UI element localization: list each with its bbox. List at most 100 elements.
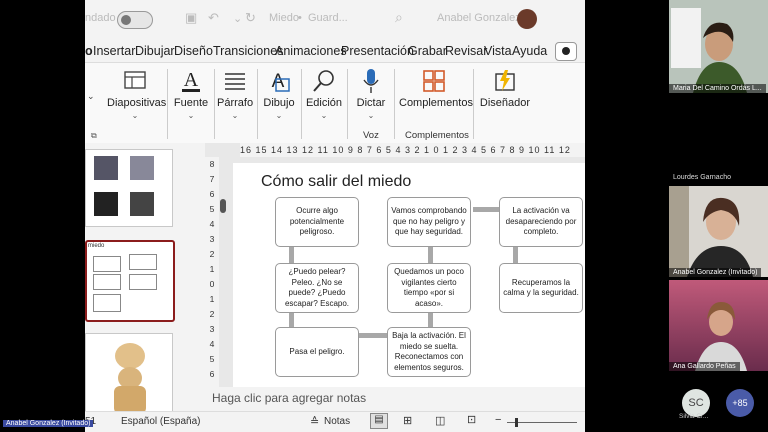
flow-box[interactable]: ¿Puedo pelear? Peleo. ¿No se puede? ¿Pue… bbox=[275, 263, 359, 313]
connector bbox=[428, 247, 433, 263]
tab-dibujar[interactable]: Dibujar bbox=[135, 44, 175, 58]
drawing-button[interactable]: A Dibujo ⌄ bbox=[260, 67, 298, 120]
slides-label: Diapositivas bbox=[107, 97, 167, 109]
presenter-name: Anabel Gonzalez (Invitado) bbox=[3, 420, 94, 427]
chevron-down-icon: ⌄ bbox=[367, 111, 375, 120]
connector bbox=[513, 247, 518, 263]
chevron-down-icon[interactable]: ⌄ bbox=[233, 12, 242, 25]
notes-pane[interactable]: Haga clic para agregar notas bbox=[205, 387, 585, 411]
flow-box[interactable]: Baja la activación. El miedo se suelta. … bbox=[387, 327, 471, 377]
addins-button[interactable]: Complementos bbox=[399, 67, 473, 109]
shared-screen: ndado ▣ ↶ ⌄ ↻ Miedo • Guard... ⌕ Anabel … bbox=[85, 0, 585, 432]
tab-insertar[interactable]: Insertar bbox=[93, 44, 135, 58]
microphone-icon bbox=[351, 67, 391, 95]
menu-tabs: o Insertar Dibujar Diseño Transiciones A… bbox=[85, 40, 585, 62]
divider bbox=[301, 69, 302, 139]
search-icon[interactable]: ⌕ bbox=[395, 9, 403, 26]
participant-video[interactable]: Maria Del Camino Ordás L... bbox=[669, 0, 768, 93]
shapes-icon: A bbox=[260, 67, 298, 95]
status-bar: 51 Español (España) ≙ Notas ▤ ⊞ ◫ ⊡ − bbox=[85, 411, 585, 432]
tab-transiciones[interactable]: Transiciones bbox=[213, 44, 283, 58]
flow-box[interactable]: Pasa el peligro. bbox=[275, 327, 359, 377]
thumbnail-title: miedo bbox=[88, 243, 105, 249]
zoom-slider[interactable] bbox=[507, 418, 577, 427]
flow-box[interactable]: Vamos comprobando que no hay peligro y q… bbox=[387, 197, 471, 247]
flow-box[interactable]: Recuperamos la calma y la seguridad. bbox=[499, 263, 583, 313]
more-participants-button[interactable]: +85 bbox=[726, 389, 754, 417]
connector bbox=[289, 313, 294, 327]
tab-inicio-fragment[interactable]: o bbox=[85, 44, 93, 58]
participant-video[interactable]: Anabel Gonzalez (Invitado) bbox=[669, 186, 768, 277]
reading-view-icon[interactable]: ◫ bbox=[435, 414, 445, 427]
editing-label: Edición bbox=[305, 97, 343, 109]
redo-icon[interactable]: ↻ bbox=[245, 10, 256, 26]
record-button[interactable] bbox=[555, 42, 577, 61]
notes-button[interactable]: Notas bbox=[324, 416, 350, 427]
notes-icon[interactable]: ≙ bbox=[310, 415, 319, 428]
ribbon: ⌄ Diapositivas ⌄ A Fuente ⌄ Párrafo ⌄ A … bbox=[85, 62, 585, 144]
notes-placeholder[interactable]: Haga clic para agregar notas bbox=[212, 391, 366, 405]
divider bbox=[473, 69, 474, 139]
zoom-slider-thumb[interactable] bbox=[515, 418, 518, 427]
undo-icon[interactable]: ↶ bbox=[208, 10, 219, 26]
thumbnail-slide-selected[interactable]: miedo bbox=[85, 240, 175, 322]
flow-box[interactable]: Ocurre algo potencialmente peligroso. bbox=[275, 197, 359, 247]
editing-button[interactable]: Edición ⌄ bbox=[304, 67, 344, 120]
thumbnail-image bbox=[94, 156, 118, 180]
chevron-down-icon: ⌄ bbox=[275, 111, 283, 120]
slide-title[interactable]: Cómo salir del miedo bbox=[261, 173, 411, 191]
paragraph-label: Párrafo bbox=[217, 97, 254, 109]
thumbnail-slide[interactable] bbox=[85, 333, 173, 415]
save-icon[interactable]: ▣ bbox=[185, 10, 197, 26]
tab-revisar[interactable]: Revisar bbox=[445, 44, 487, 58]
divider bbox=[257, 69, 258, 139]
divider bbox=[167, 69, 168, 139]
divider bbox=[394, 69, 395, 139]
autosave-toggle[interactable] bbox=[117, 11, 153, 29]
slides-button[interactable]: Diapositivas ⌄ bbox=[107, 67, 167, 120]
normal-view-icon[interactable]: ▤ bbox=[370, 413, 388, 429]
zoom-out-icon[interactable]: − bbox=[495, 414, 501, 426]
chevron-down-icon: ⌄ bbox=[187, 111, 195, 120]
chevron-down-icon: ⌄ bbox=[131, 111, 139, 120]
autosave-label: ndado bbox=[85, 12, 116, 24]
slide-thumbnails-panel: miedo bbox=[85, 143, 205, 432]
participant-video[interactable]: Ana Gallardo Peñas bbox=[669, 280, 768, 371]
tab-diseno[interactable]: Diseño bbox=[174, 44, 213, 58]
chevron-down-icon: ⌄ bbox=[320, 111, 328, 120]
tab-animaciones[interactable]: Animaciones bbox=[275, 44, 347, 58]
connector bbox=[428, 313, 433, 327]
horizontal-ruler: 16 15 14 13 12 11 10 9 8 7 6 5 4 3 2 1 0… bbox=[240, 143, 585, 157]
thumbnail-image bbox=[130, 192, 154, 216]
save-status: Guard... bbox=[308, 12, 348, 24]
participant-name: Anabel Gonzalez (Invitado) bbox=[669, 268, 762, 277]
search-icon bbox=[304, 67, 344, 95]
thumbnail-slide[interactable] bbox=[85, 149, 173, 227]
participant-name: Maria Del Camino Ordás L... bbox=[669, 84, 766, 93]
slide-sorter-icon[interactable]: ⊞ bbox=[403, 414, 412, 427]
tab-grabar[interactable]: Grabar bbox=[408, 44, 447, 58]
scrollbar-thumb[interactable] bbox=[220, 199, 226, 213]
collapse-chevron-icon[interactable]: ⌄ bbox=[87, 91, 95, 102]
slideshow-icon[interactable]: ⊡ bbox=[467, 413, 476, 426]
slide-canvas[interactable]: Cómo salir del miedo Ocurre algo potenci… bbox=[233, 163, 585, 387]
thumbnail-box bbox=[129, 254, 157, 270]
paragraph-button[interactable]: Párrafo ⌄ bbox=[217, 67, 253, 120]
language-status[interactable]: Español (España) bbox=[121, 416, 201, 427]
font-button[interactable]: A Fuente ⌄ bbox=[171, 67, 211, 120]
thumbnail-box bbox=[93, 274, 121, 290]
avatar[interactable] bbox=[517, 9, 537, 29]
thumbnail-image bbox=[94, 192, 118, 216]
thumbnail-figure-image bbox=[114, 343, 146, 414]
designer-button[interactable]: Diseñador bbox=[477, 67, 533, 109]
flow-box[interactable]: La activación va desapareciendo por comp… bbox=[499, 197, 583, 247]
dictate-button[interactable]: Dictar ⌄ bbox=[351, 67, 391, 120]
slide-editing-area: 16 15 14 13 12 11 10 9 8 7 6 5 4 3 2 1 0… bbox=[205, 143, 585, 387]
tab-presentacion[interactable]: Presentación bbox=[341, 44, 414, 58]
tab-vista[interactable]: Vista bbox=[484, 44, 512, 58]
chevron-down-icon: ⌄ bbox=[231, 111, 239, 120]
dialog-launcher-icon[interactable]: ⧉ bbox=[91, 131, 97, 141]
tab-ayuda[interactable]: Ayuda bbox=[512, 44, 547, 58]
dictate-label: Dictar bbox=[356, 97, 386, 109]
flow-box[interactable]: Quedamos un poco vigilantes cierto tiemp… bbox=[387, 263, 471, 313]
